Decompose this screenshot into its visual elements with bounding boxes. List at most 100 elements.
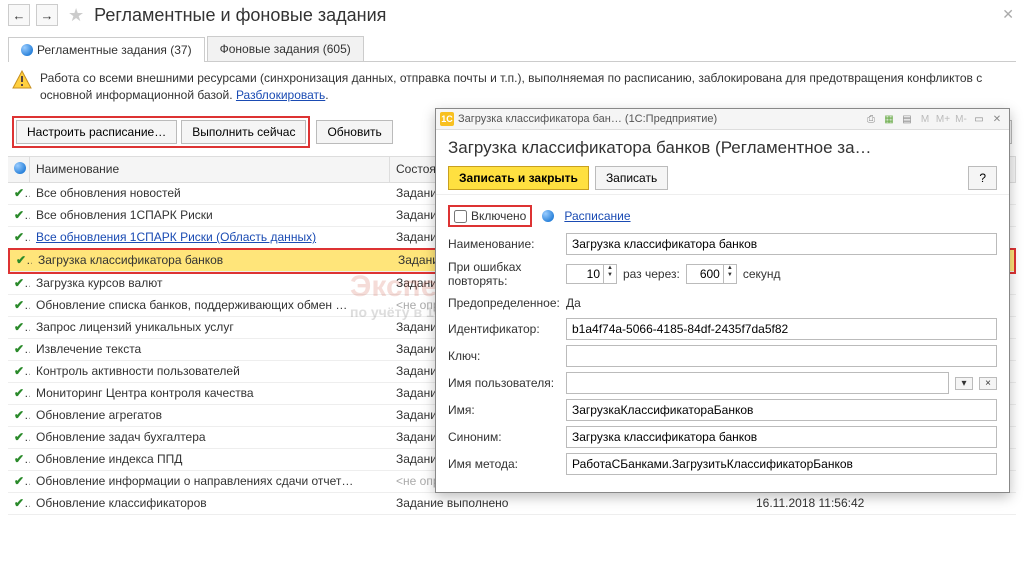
retry-delay-stepper[interactable]: ▲▼ — [686, 264, 737, 284]
check-icon: ✔ — [14, 276, 30, 290]
dialog-help-button[interactable]: ? — [968, 166, 997, 190]
col-header-name[interactable]: Наименование — [30, 157, 390, 182]
nav-forward-button[interactable]: → — [36, 4, 58, 26]
check-icon: ✔ — [14, 474, 30, 488]
label-method: Имя метода: — [448, 457, 560, 471]
check-icon: ✔ — [14, 320, 30, 334]
row-name: Контроль активности пользователей — [30, 361, 390, 381]
row-name: Обновление списка банков, поддерживающих… — [30, 295, 390, 315]
identifier-input[interactable] — [566, 318, 997, 340]
label-synonym: Синоним: — [448, 430, 560, 444]
dropdown-button[interactable]: ▾ — [955, 377, 973, 390]
check-icon: ✔ — [14, 208, 30, 222]
row-name: Обновление задач бухгалтера — [30, 427, 390, 447]
retry-delay-input[interactable] — [687, 265, 723, 283]
warning-icon — [12, 70, 32, 90]
retry-count-input[interactable] — [567, 265, 603, 283]
enabled-highlight: Включено — [448, 205, 532, 227]
method-input[interactable] — [566, 453, 997, 475]
label-seconds: секунд — [743, 267, 781, 281]
row-name: Извлечение текста — [30, 339, 390, 359]
check-icon: ✔ — [14, 496, 30, 510]
row-date: 16.11.2018 11:56:42 — [750, 493, 1016, 513]
up-icon[interactable]: ▲ — [724, 265, 736, 272]
highlight-box: Настроить расписание… Выполнить сейчас — [12, 116, 310, 148]
favorite-star-icon[interactable]: ★ — [68, 5, 84, 26]
tab-background-jobs[interactable]: Фоновые задания (605) — [207, 36, 364, 61]
dialog-mini-title: Загрузка классификатора бан… (1С:Предпри… — [458, 113, 859, 125]
predefined-value: Да — [566, 293, 581, 313]
dialog-heading: Загрузка классификатора банков (Регламен… — [436, 130, 1009, 162]
down-icon[interactable]: ▼ — [604, 272, 616, 279]
check-icon: ✔ — [14, 230, 30, 244]
tab-scheduled-jobs[interactable]: Регламентные задания (37) — [8, 37, 205, 62]
calc-icon[interactable]: ▤ — [899, 111, 915, 127]
check-icon: ✔ — [14, 298, 30, 312]
page-title: Регламентные и фоновые задания — [94, 5, 386, 26]
label-int-name: Имя: — [448, 403, 560, 417]
row-name: Все обновления 1СПАРК Риски — [30, 205, 390, 225]
app-icon: 1C — [440, 112, 454, 126]
row-name: Обновление информации о направлениях сда… — [30, 471, 390, 491]
schedule-link[interactable]: Расписание — [564, 209, 630, 223]
minimize-icon[interactable]: ▭ — [971, 111, 987, 127]
label-times: раз через: — [623, 267, 680, 281]
check-icon: ✔ — [14, 342, 30, 356]
calendar-icon[interactable]: ▦ — [881, 111, 897, 127]
name-input[interactable] — [566, 233, 997, 255]
globe-icon — [14, 162, 26, 174]
check-icon: ✔ — [14, 386, 30, 400]
label-on-errors: При ошибках повторять: — [448, 260, 560, 288]
check-icon: ✔ — [14, 452, 30, 466]
m-minus-icon[interactable]: M- — [953, 111, 969, 127]
globe-icon — [542, 210, 554, 222]
label-identifier: Идентификатор: — [448, 322, 560, 336]
close-icon[interactable]: ✕ — [1002, 6, 1014, 23]
globe-icon — [21, 44, 33, 56]
row-status: Задание выполнено — [390, 493, 750, 513]
save-and-close-button[interactable]: Записать и закрыть — [448, 166, 589, 190]
down-icon[interactable]: ▼ — [724, 272, 736, 279]
check-icon: ✔ — [14, 430, 30, 444]
label-key: Ключ: — [448, 349, 560, 363]
label-username: Имя пользователя: — [448, 376, 560, 390]
save-button[interactable]: Записать — [595, 166, 668, 190]
row-name: Все обновления 1СПАРК Риски (Область дан… — [30, 227, 390, 247]
username-input[interactable] — [566, 372, 949, 394]
row-name: Обновление индекса ППД — [30, 449, 390, 469]
run-now-button[interactable]: Выполнить сейчас — [181, 120, 306, 144]
enabled-label: Включено — [471, 209, 526, 223]
print-icon[interactable]: ⎙ — [863, 111, 879, 127]
label-name: Наименование: — [448, 237, 560, 251]
job-properties-dialog: 1C Загрузка классификатора бан… (1С:Пред… — [435, 108, 1010, 493]
unlock-link[interactable]: Разблокировать — [236, 88, 325, 102]
configure-schedule-button[interactable]: Настроить расписание… — [16, 120, 177, 144]
clear-button[interactable]: × — [979, 377, 997, 390]
up-icon[interactable]: ▲ — [604, 265, 616, 272]
row-name: Обновление агрегатов — [30, 405, 390, 425]
int-name-input[interactable] — [566, 399, 997, 421]
row-name: Запрос лицензий уникальных услуг — [30, 317, 390, 337]
row-name: Обновление классификаторов — [30, 493, 390, 513]
check-icon: ✔ — [16, 253, 32, 267]
row-name: Загрузка классификатора банков — [32, 250, 392, 270]
check-icon: ✔ — [14, 408, 30, 422]
key-input[interactable] — [566, 345, 997, 367]
refresh-button[interactable]: Обновить — [316, 120, 392, 144]
dialog-close-icon[interactable]: ✕ — [989, 111, 1005, 127]
synonym-input[interactable] — [566, 426, 997, 448]
m-plus-icon[interactable]: M+ — [935, 111, 951, 127]
label-predefined: Предопределенное: — [448, 296, 560, 310]
check-icon: ✔ — [14, 364, 30, 378]
check-icon: ✔ — [14, 186, 30, 200]
retry-count-stepper[interactable]: ▲▼ — [566, 264, 617, 284]
m-icon[interactable]: M — [917, 111, 933, 127]
enabled-checkbox[interactable] — [454, 210, 467, 223]
row-name: Мониторинг Центра контроля качества — [30, 383, 390, 403]
row-name: Все обновления новостей — [30, 183, 390, 203]
nav-back-button[interactable]: ← — [8, 4, 30, 26]
table-row[interactable]: ✔Обновление классификаторовЗадание выпол… — [8, 493, 1016, 515]
row-name: Загрузка курсов валют — [30, 273, 390, 293]
tabs: Регламентные задания (37) Фоновые задани… — [8, 36, 1016, 62]
warning-text: Работа со всеми внешними ресурсами (синх… — [40, 70, 1012, 104]
